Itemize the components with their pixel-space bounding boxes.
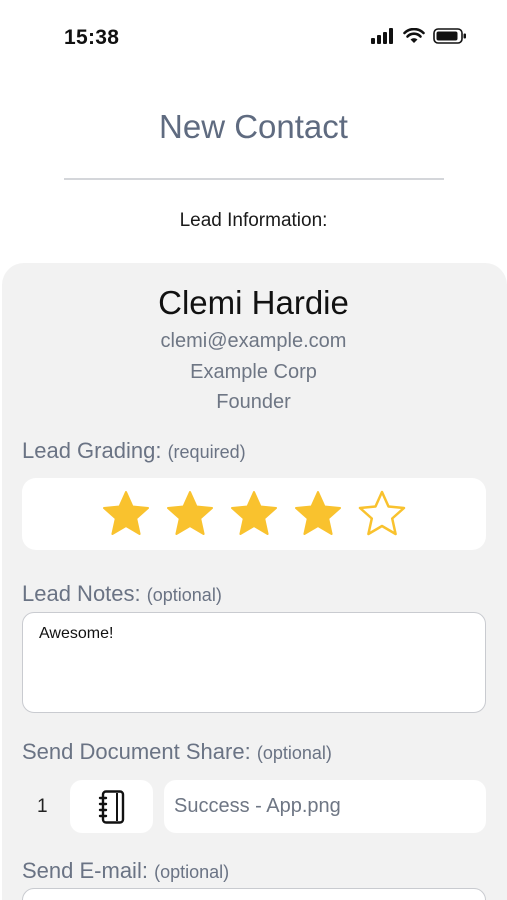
- battery-icon: [433, 28, 466, 44]
- lead-notes-label: Lead Notes: (optional): [22, 581, 222, 607]
- lead-notes-label-text: Lead Notes:: [22, 581, 141, 606]
- star-empty-icon[interactable]: [357, 489, 407, 539]
- star-filled-icon[interactable]: [293, 489, 343, 539]
- lead-job-title: Founder: [216, 391, 291, 413]
- lead-name: Clemi Hardie: [158, 284, 349, 321]
- document-share-hint: (optional): [256, 743, 332, 763]
- lead-company: Example Corp: [190, 361, 317, 383]
- status-bar: 15:38: [0, 0, 507, 78]
- lead-grading-label-text: Lead Grading:: [22, 438, 162, 463]
- star-rating: [22, 478, 486, 550]
- status-icons: [371, 28, 467, 44]
- document-index: 1: [37, 796, 48, 817]
- signal-icon: [371, 28, 393, 44]
- document-share-label: Send Document Share: (optional): [22, 739, 332, 765]
- status-time: 15:38: [64, 26, 120, 49]
- star-filled-icon[interactable]: [165, 489, 215, 539]
- notebook-icon: [98, 789, 124, 824]
- star-filled-icon[interactable]: [229, 489, 279, 539]
- lead-grading-hint: (required): [167, 442, 246, 462]
- page-title: New Contact: [159, 108, 348, 145]
- section-label: Lead Information:: [179, 210, 328, 231]
- lead-notes-hint: (optional): [146, 585, 222, 605]
- document-share-label-text: Send Document Share:: [22, 739, 251, 764]
- lead-grading-label: Lead Grading: (required): [22, 438, 246, 464]
- lead-email: clemi@example.com: [160, 330, 347, 352]
- wifi-icon: [403, 28, 425, 43]
- title-divider: [64, 178, 444, 180]
- star-filled-icon[interactable]: [101, 489, 151, 539]
- send-email-label: Send E-mail: (optional): [22, 858, 229, 884]
- document-file-field[interactable]: Success - App.png: [164, 780, 486, 833]
- send-email-input[interactable]: [22, 888, 486, 900]
- lead-notes-input[interactable]: Awesome!: [22, 612, 486, 713]
- send-email-label-text: Send E-mail:: [22, 858, 148, 883]
- send-email-hint: (optional): [154, 862, 230, 882]
- document-picker-button[interactable]: [70, 780, 153, 833]
